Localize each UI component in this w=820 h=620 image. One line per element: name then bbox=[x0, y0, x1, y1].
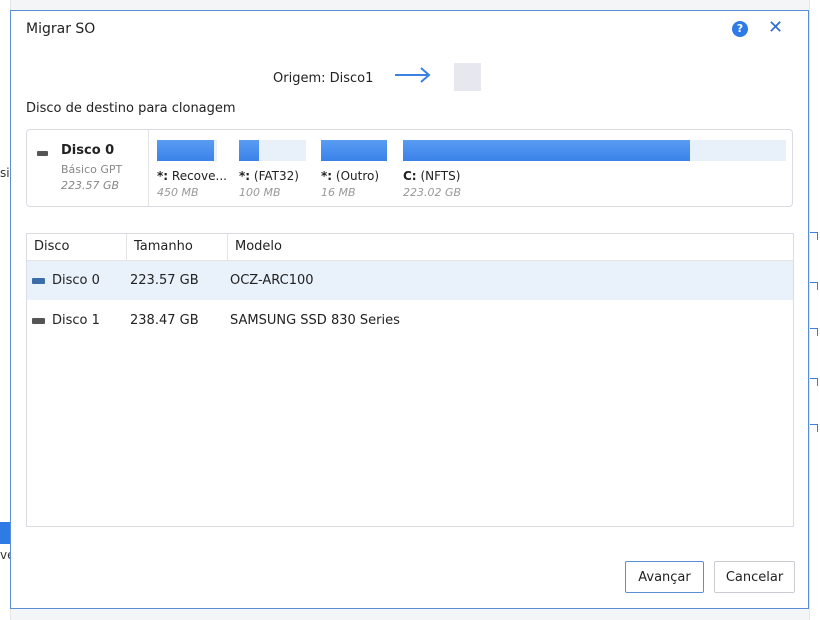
partition-usage-fill bbox=[157, 140, 214, 161]
disk-size-cell: 238.47 GB bbox=[130, 313, 199, 328]
next-button[interactable]: Avançar bbox=[625, 561, 704, 593]
disk-map: Disco 0 Básico GPT 223.57 GB *: Recove..… bbox=[26, 129, 793, 207]
partition-bar bbox=[403, 140, 786, 161]
dialog-title: Migrar SO bbox=[26, 21, 96, 37]
origin-label: Origem: Disco1 bbox=[273, 71, 374, 86]
partition-fs: (NFTS) bbox=[420, 169, 461, 183]
partition-usage-fill bbox=[403, 140, 691, 161]
partition-label: *: (Outro) bbox=[321, 169, 387, 183]
disk-info: Disco 0 Básico GPT 223.57 GB bbox=[27, 130, 149, 206]
column-header-size[interactable]: Tamanho bbox=[127, 234, 228, 260]
table-row[interactable]: Disco 0 223.57 GB OCZ-ARC100 bbox=[27, 261, 793, 300]
partition-bar bbox=[157, 140, 217, 161]
partition-fs: (FAT32) bbox=[253, 169, 299, 183]
partition-fs: (Outro) bbox=[335, 169, 380, 183]
background-accent-bar bbox=[0, 522, 10, 544]
background-marker-icon bbox=[810, 378, 818, 386]
partition-fs: Recove... bbox=[171, 169, 227, 183]
disk-type: Básico GPT bbox=[61, 163, 123, 176]
partition-recovery[interactable]: *: Recove... 450 MB bbox=[157, 140, 227, 199]
partition-fat32[interactable]: *: (FAT32) 100 MB bbox=[239, 140, 306, 199]
disk-table: Disco Tamanho Modelo Disco 0 223.57 GB O… bbox=[26, 233, 794, 527]
partition-size: 450 MB bbox=[157, 186, 199, 199]
table-row[interactable]: Disco 1 238.47 GB SAMSUNG SSD 830 Series bbox=[27, 301, 793, 340]
disk-icon bbox=[32, 278, 45, 284]
column-header-disk[interactable]: Disco bbox=[27, 234, 127, 260]
partition-letter: *: bbox=[321, 169, 333, 183]
close-icon[interactable]: ✕ bbox=[768, 17, 783, 38]
arrow-right-icon bbox=[395, 67, 431, 83]
column-header-model[interactable]: Modelo bbox=[228, 234, 793, 260]
partition-size: 223.02 GB bbox=[403, 186, 462, 199]
partition-usage-fill bbox=[239, 140, 260, 161]
background-text-fragment: si bbox=[0, 166, 10, 180]
partition-letter: *: bbox=[157, 169, 169, 183]
partition-size: 100 MB bbox=[239, 186, 281, 199]
background-marker-icon bbox=[810, 232, 818, 240]
partition-bar bbox=[239, 140, 306, 161]
partition-label: C: (NFTS) bbox=[403, 169, 786, 183]
disk-name-cell: Disco 1 bbox=[52, 313, 100, 328]
help-icon[interactable]: ? bbox=[732, 21, 748, 37]
cancel-button[interactable]: Cancelar bbox=[714, 561, 795, 593]
background-marker-icon bbox=[810, 424, 818, 432]
background-app-right bbox=[809, 0, 820, 620]
destination-label: Disco de destino para clonagem bbox=[26, 101, 236, 116]
disk-icon bbox=[32, 318, 45, 324]
disk-name-cell: Disco 0 bbox=[52, 273, 100, 288]
background-marker-icon bbox=[810, 328, 818, 336]
table-header: Disco Tamanho Modelo bbox=[27, 234, 793, 261]
partition-usage-fill bbox=[321, 140, 387, 161]
disk-model-cell: SAMSUNG SSD 830 Series bbox=[230, 313, 400, 328]
partition-c[interactable]: C: (NFTS) 223.02 GB bbox=[403, 140, 786, 199]
disk-name: Disco 0 bbox=[61, 143, 115, 158]
background-marker-icon bbox=[810, 282, 818, 290]
migrate-os-dialog: Migrar SO ? ✕ Origem: Disco1 Disco de de… bbox=[10, 10, 809, 609]
partition-letter: C: bbox=[403, 169, 417, 183]
partition-bar bbox=[321, 140, 387, 161]
partition-size: 16 MB bbox=[321, 186, 356, 199]
disk-icon bbox=[37, 151, 48, 156]
disk-size-cell: 223.57 GB bbox=[130, 273, 199, 288]
disk-size: 223.57 GB bbox=[61, 179, 120, 192]
partition-other[interactable]: *: (Outro) 16 MB bbox=[321, 140, 387, 199]
partition-label: *: (FAT32) bbox=[239, 169, 306, 183]
target-disk-placeholder bbox=[454, 63, 481, 91]
partition-letter: *: bbox=[239, 169, 251, 183]
disk-model-cell: OCZ-ARC100 bbox=[230, 273, 314, 288]
partition-label: *: Recove... bbox=[157, 169, 227, 183]
